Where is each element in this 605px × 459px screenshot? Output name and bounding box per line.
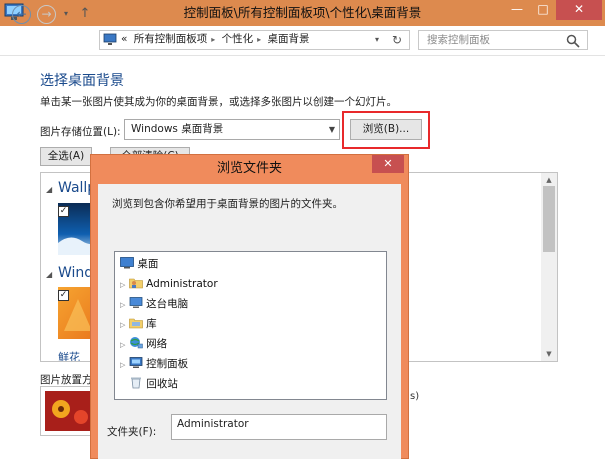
- chevron-right-icon: ▸: [257, 35, 262, 44]
- dialog-title: 浏览文件夹: [216, 161, 282, 176]
- scrollbar-thumb[interactable]: [543, 186, 555, 252]
- user-folder-icon: [128, 278, 143, 289]
- network-icon: [129, 337, 143, 349]
- tree-item-label: 网络: [146, 338, 168, 350]
- tree-item-desktop[interactable]: 桌面: [120, 254, 158, 274]
- computer-icon: [129, 297, 143, 308]
- breadcrumb: « 所有控制面板项 ▸ 个性化 ▸ 桌面背景: [121, 30, 313, 50]
- forward-button[interactable]: →: [37, 5, 56, 24]
- wallpaper-checkbox[interactable]: ✓: [58, 206, 69, 217]
- group-label-flowers[interactable]: 鲜花: [58, 349, 80, 361]
- tree-item-recycle-bin[interactable]: 回收站: [129, 374, 178, 394]
- tree-item-libraries[interactable]: ▷ 库: [120, 314, 157, 334]
- control-panel-icon: [129, 357, 143, 368]
- control-panel-small-icon: [103, 33, 117, 45]
- page-title: 选择桌面背景: [40, 73, 124, 89]
- desktop-icon: [120, 257, 134, 269]
- expand-icon[interactable]: ▷: [120, 341, 125, 349]
- tree-item-administrator[interactable]: ▷ Administrator: [120, 274, 218, 294]
- dialog-close-button[interactable]: ✕: [372, 155, 404, 173]
- select-all-button[interactable]: 全选(A): [40, 147, 92, 166]
- chevron-down-icon: ▼: [328, 125, 335, 134]
- flower-preview-image: [45, 391, 93, 431]
- recycle-bin-icon: [131, 377, 141, 389]
- minimize-button[interactable]: —: [504, 0, 530, 20]
- picture-location-select[interactable]: Windows 桌面背景 ▼: [124, 119, 340, 140]
- tree-item-this-pc[interactable]: ▷ 这台电脑: [120, 294, 188, 314]
- tree-item-label: 桌面: [137, 258, 159, 270]
- tree-item-label: 这台电脑: [146, 298, 189, 310]
- folder-tree[interactable]: 桌面 ▷ Administrator ▷ 这台电脑 ▷ 库 ▷ 网络 ▷ 控制面…: [114, 251, 387, 400]
- picture-location-label: 图片存储位置(L):: [40, 126, 121, 138]
- wallpaper-checkbox[interactable]: ✓: [58, 290, 69, 301]
- collapse-group-icon[interactable]: ◢: [46, 185, 52, 194]
- picture-position-label: 图片放置方: [40, 374, 93, 386]
- folder-input[interactable]: Administrator: [171, 414, 387, 440]
- expand-icon[interactable]: ▷: [120, 361, 125, 369]
- folder-label: 文件夹(F):: [107, 426, 157, 438]
- breadcrumb-all-items[interactable]: 所有控制面板项: [134, 33, 208, 45]
- tree-item-control-panel[interactable]: ▷ 控制面板: [120, 354, 188, 374]
- tree-item-network[interactable]: ▷ 网络: [120, 334, 167, 354]
- up-button[interactable]: ↑: [77, 6, 93, 22]
- page-description: 单击某一张图片使其成为你的桌面背景，或选择多张图片以创建一个幻灯片。: [40, 96, 397, 108]
- breadcrumb-desktop-background[interactable]: 桌面背景: [268, 33, 310, 45]
- search-input[interactable]: 搜索控制面板: [418, 30, 588, 50]
- tree-item-label: Administrator: [146, 278, 218, 290]
- tree-item-label: 库: [146, 318, 157, 330]
- position-option-peek: s): [410, 391, 420, 402]
- dialog-description: 浏览到包含你希望用于桌面背景的图片的文件夹。: [112, 198, 343, 210]
- back-button[interactable]: ←: [12, 5, 31, 24]
- tree-item-label: 回收站: [146, 378, 178, 390]
- tree-item-label: 控制面板: [146, 358, 189, 370]
- scroll-up-icon[interactable]: ▲: [541, 174, 557, 186]
- refresh-icon[interactable]: ↻: [388, 31, 406, 49]
- close-button[interactable]: ✕: [556, 0, 602, 20]
- chevron-right-icon: ▸: [211, 35, 216, 44]
- highlight-annotation: [342, 111, 430, 149]
- recent-locations-button[interactable]: ▾: [61, 8, 71, 20]
- scroll-down-icon[interactable]: ▼: [541, 348, 557, 360]
- search-icon: [566, 34, 580, 48]
- collapse-group-icon[interactable]: ◢: [46, 270, 52, 279]
- library-icon: [128, 318, 143, 329]
- picture-location-value: Windows 桌面背景: [131, 123, 224, 135]
- expand-icon[interactable]: ▷: [120, 321, 125, 329]
- breadcrumb-overflow[interactable]: «: [121, 33, 127, 45]
- expand-icon[interactable]: ▷: [120, 301, 125, 309]
- expand-icon[interactable]: ▷: [120, 281, 125, 289]
- address-dropdown-icon[interactable]: ▾: [370, 31, 384, 49]
- breadcrumb-personalization[interactable]: 个性化: [222, 33, 254, 45]
- maximize-button[interactable]: □: [530, 0, 556, 20]
